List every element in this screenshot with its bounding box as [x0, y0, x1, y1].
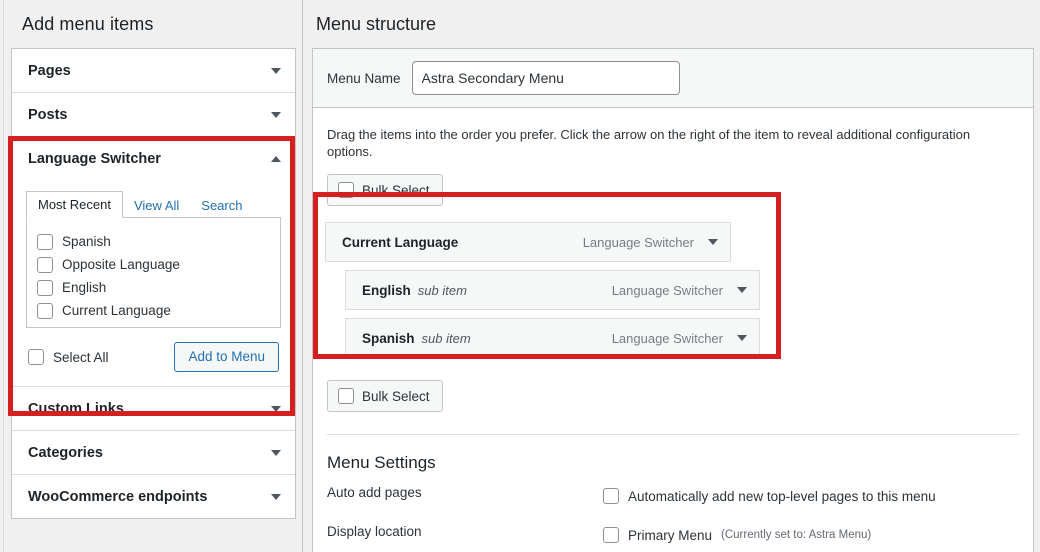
checkbox-primary-menu[interactable] [603, 527, 619, 543]
menu-item-type: Language Switcher [582, 234, 694, 250]
language-switcher-item-list: Spanish Opposite Language English Curren… [26, 218, 281, 328]
language-switcher-footer: Select All Add to Menu [26, 342, 281, 372]
drag-instructions: Drag the items into the order you prefer… [327, 127, 971, 159]
add-menu-items-accordion: Pages Posts Language Switcher Most Recen… [11, 48, 296, 519]
list-item[interactable]: English [37, 276, 270, 299]
menu-name-label: Menu Name [327, 70, 401, 86]
chevron-down-icon[interactable] [271, 111, 281, 118]
chevron-down-icon[interactable] [737, 335, 747, 341]
chevron-down-icon[interactable] [271, 67, 281, 74]
accordion-label-categories: Categories [28, 444, 103, 461]
list-item-label: Current Language [62, 303, 171, 318]
list-item[interactable]: Spanish [37, 230, 270, 253]
primary-menu-label: Primary Menu [628, 527, 713, 543]
language-switcher-tabs: Most Recent View All Search [26, 191, 281, 218]
select-all-label: Select All [53, 349, 109, 365]
list-item[interactable]: Opposite Language [37, 253, 270, 276]
accordion-section-language-switcher: Language Switcher Most Recent View All S… [12, 137, 295, 387]
menu-item-title: Current Language [342, 234, 459, 250]
accordion-header-custom-links[interactable]: Custom Links [12, 387, 295, 430]
menu-item-title: English [362, 282, 411, 298]
checkbox-current-language[interactable] [37, 302, 53, 319]
display-location-control: Primary Menu (Currently set to: Astra Me… [603, 524, 1033, 552]
primary-menu-note: (Currently set to: Astra Menu) [721, 529, 872, 541]
checkbox-spanish[interactable] [37, 233, 53, 250]
checkbox-auto-add-pages[interactable] [603, 488, 619, 504]
menu-item-type: Language Switcher [611, 282, 723, 298]
accordion-section-pages: Pages [12, 49, 295, 93]
menu-structure-title: Menu structure [316, 14, 437, 34]
menu-item-meta: Language Switcher [612, 331, 747, 346]
bulk-select-top-label: Bulk Select [362, 182, 430, 198]
setting-auto-add-pages: Auto add pages Automatically add new top… [313, 473, 1033, 512]
accordion-label-language-switcher: Language Switcher [28, 150, 161, 167]
menu-item-english[interactable]: English sub item Language Switcher [345, 270, 760, 310]
add-to-menu-button[interactable]: Add to Menu [174, 342, 279, 372]
list-item-label: English [62, 280, 107, 295]
menu-structure-card: Menu Name Drag the items into the order … [312, 48, 1034, 552]
accordion-section-categories: Categories [12, 431, 295, 475]
accordion-label-custom-links: Custom Links [28, 400, 124, 417]
menu-name-row: Menu Name [313, 49, 1033, 108]
tab-view-all[interactable]: View All [123, 193, 190, 218]
display-location-label: Display location [327, 524, 422, 539]
menu-item-title: Spanish [362, 330, 415, 346]
menu-item-titles: Spanish sub item [362, 331, 471, 346]
accordion-label-posts: Posts [28, 106, 68, 123]
accordion-header-woocommerce-endpoints[interactable]: WooCommerce endpoints [12, 475, 295, 518]
menu-settings-heading: Menu Settings [327, 453, 436, 472]
chevron-down-icon[interactable] [271, 493, 281, 500]
menu-structure-panel: Menu structure Menu Name Drag the items … [304, 0, 1040, 552]
menu-item-sub-label: sub item [417, 282, 467, 298]
menu-item-meta: Language Switcher [583, 235, 718, 250]
tab-search[interactable]: Search [190, 193, 253, 218]
accordion-label-pages: Pages [28, 62, 71, 79]
checkbox-english[interactable] [37, 279, 53, 296]
accordion-header-pages[interactable]: Pages [12, 49, 295, 92]
accordion-header-categories[interactable]: Categories [12, 431, 295, 474]
auto-add-pages-label: Auto add pages [327, 485, 422, 500]
accordion-header-language-switcher[interactable]: Language Switcher [12, 137, 295, 180]
auto-add-pages-option-label: Automatically add new top-level pages to… [628, 488, 936, 504]
accordion-section-custom-links: Custom Links [12, 387, 295, 431]
wordpress-menus-screen: Add menu items Pages Posts Language Swit… [0, 0, 1040, 552]
accordion-header-posts[interactable]: Posts [12, 93, 295, 136]
bulk-select-bottom-label: Bulk Select [362, 388, 430, 404]
menu-item-titles: Current Language [342, 235, 458, 250]
menu-item-spanish[interactable]: Spanish sub item Language Switcher [345, 318, 760, 358]
list-item[interactable]: Current Language [37, 299, 270, 322]
add-menu-items-panel: Add menu items Pages Posts Language Swit… [3, 0, 303, 552]
menu-items-list: Current Language Language Switcher Engli… [313, 206, 1033, 358]
accordion-section-posts: Posts [12, 93, 295, 137]
bulk-select-top-button[interactable]: Bulk Select [327, 174, 443, 206]
chevron-down-icon[interactable] [708, 239, 718, 245]
checkbox-bulk-select-top[interactable] [338, 182, 354, 198]
menu-item-type: Language Switcher [611, 330, 723, 346]
checkbox-select-all[interactable] [28, 349, 44, 365]
chevron-up-icon[interactable] [271, 155, 281, 162]
chevron-down-icon[interactable] [737, 287, 747, 293]
menu-item-titles: English sub item [362, 283, 467, 298]
chevron-down-icon[interactable] [271, 449, 281, 456]
auto-add-pages-control: Automatically add new top-level pages to… [603, 485, 1033, 512]
language-switcher-body: Most Recent View All Search Spanish Oppo… [12, 180, 295, 386]
auto-add-pages-option[interactable]: Automatically add new top-level pages to… [603, 485, 1033, 507]
accordion-label-woocommerce-endpoints: WooCommerce endpoints [28, 488, 208, 505]
chevron-down-icon[interactable] [271, 405, 281, 412]
menu-item-meta: Language Switcher [612, 283, 747, 298]
setting-display-location: Display location Primary Menu (Currently… [313, 512, 1033, 552]
bulk-select-bottom-button[interactable]: Bulk Select [327, 380, 443, 412]
display-location-primary-menu[interactable]: Primary Menu (Currently set to: Astra Me… [603, 524, 1033, 546]
checkbox-bulk-select-bottom[interactable] [338, 388, 354, 404]
menu-item-sub-label: sub item [421, 330, 471, 346]
tab-most-recent[interactable]: Most Recent [26, 191, 123, 218]
menu-item-current-language[interactable]: Current Language Language Switcher [325, 222, 731, 262]
list-item-label: Opposite Language [62, 257, 180, 272]
add-menu-items-title: Add menu items [22, 14, 154, 34]
list-item-label: Spanish [62, 234, 111, 249]
checkbox-opposite-language[interactable] [37, 256, 53, 273]
menu-name-input[interactable] [411, 61, 680, 95]
accordion-section-woocommerce-endpoints: WooCommerce endpoints [12, 475, 295, 518]
select-all-control[interactable]: Select All [28, 349, 109, 365]
